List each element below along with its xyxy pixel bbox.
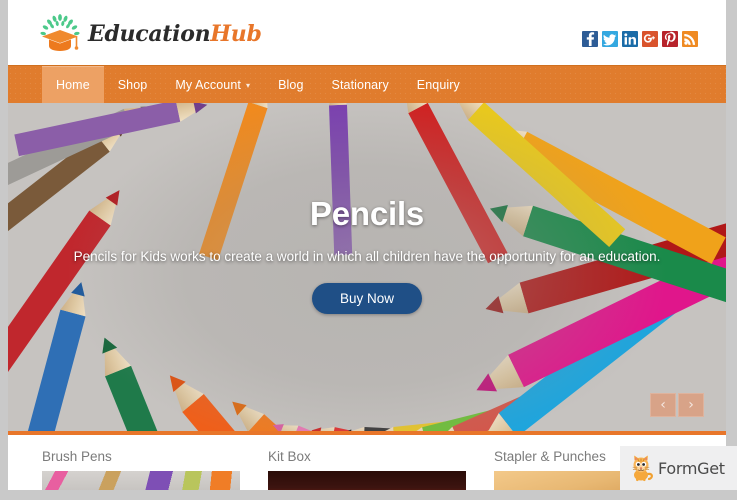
browser-page: EducationHub Home Shop My Account ▾ Blog… [0,0,737,500]
product-title-kit-box: Kit Box [268,449,311,464]
site-header: EducationHub [8,0,726,65]
slider-navigation: ‹ › [650,393,704,417]
slider-prev-button[interactable]: ‹ [650,393,676,417]
nav-item-enquiry[interactable]: Enquiry [403,66,474,103]
page-bottom-strip [0,490,737,500]
hero-content: Pencils Pencils for Kids works to create… [8,195,726,314]
nav-item-my-account[interactable]: My Account ▾ [161,66,264,103]
formget-watermark: FormGet [620,446,737,490]
graduation-cap-icon [38,14,82,54]
logo-wordmark: EducationHub [88,23,262,45]
formget-label: FormGet [658,458,725,478]
product-title-brush-pens: Brush Pens [42,449,112,464]
google-plus-icon[interactable] [642,31,658,47]
logo-text-hub: Hub [210,21,262,47]
nav-label-shop: Shop [117,77,148,92]
nav-label-my-account: My Account [175,77,241,92]
site-logo[interactable]: EducationHub [38,14,262,54]
nav-label-stationary: Stationary [331,77,389,92]
chevron-down-icon: ▾ [245,81,251,90]
hero-title: Pencils [309,195,425,232]
twitter-icon[interactable] [602,31,618,47]
main-navigation: Home Shop My Account ▾ Blog Stationary E… [8,65,726,103]
buy-now-button[interactable]: Buy Now [311,283,423,314]
hero-subtitle: Pencils for Kids works to create a world… [73,249,661,264]
nav-label-home: Home [56,77,90,92]
pinterest-icon[interactable] [662,31,678,47]
nav-item-home[interactable]: Home [42,66,104,103]
nav-label-enquiry: Enquiry [416,77,460,92]
nav-label-blog: Blog [278,77,304,92]
hero-accent-bar [8,431,726,435]
nav-item-stationary[interactable]: Stationary [318,66,403,103]
linkedin-icon[interactable] [622,31,638,47]
nav-item-shop[interactable]: Shop [104,66,162,103]
hero-slider: Pencils Pencils for Kids works to create… [8,103,726,435]
rss-icon[interactable] [682,31,698,47]
site-container: EducationHub Home Shop My Account ▾ Blog… [8,0,726,500]
slider-next-button[interactable]: › [678,393,704,417]
nav-item-blog[interactable]: Blog [264,66,317,103]
social-links [582,31,698,47]
logo-text-education: Education [88,21,211,47]
cat-mascot-icon [628,454,654,482]
facebook-icon[interactable] [582,31,598,47]
